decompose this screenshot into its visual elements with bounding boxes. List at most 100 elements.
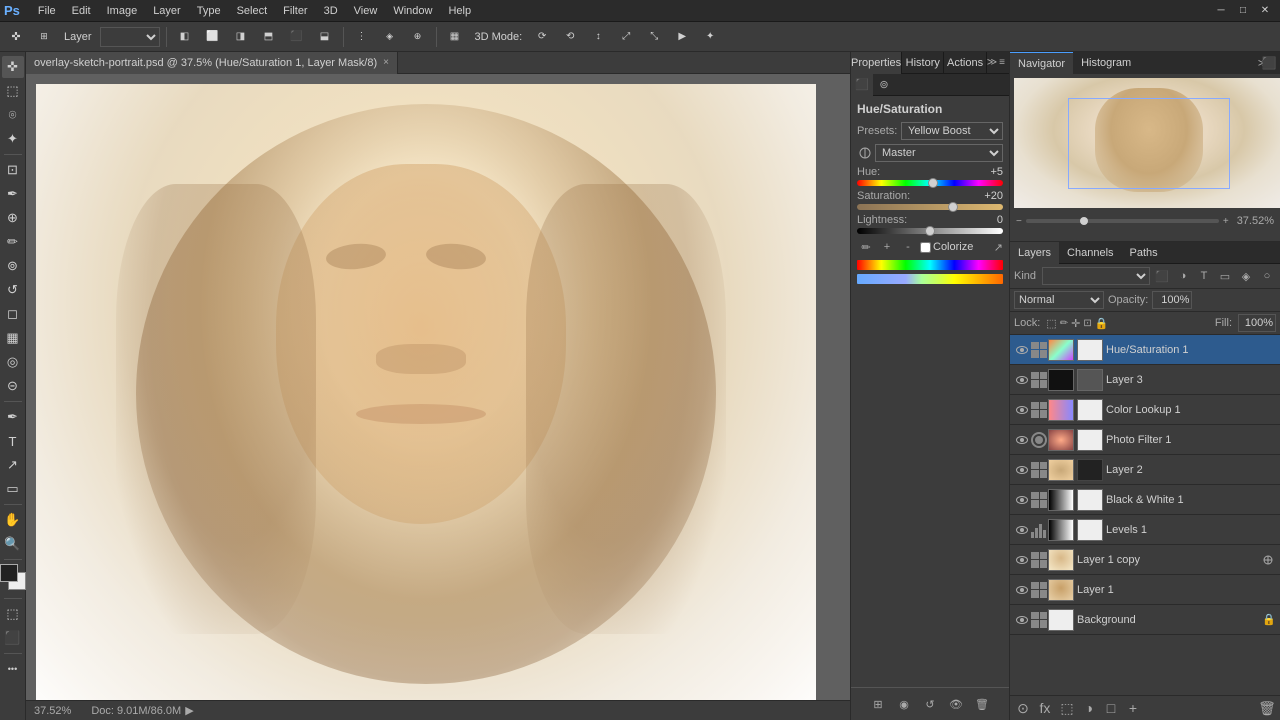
- tab-histogram[interactable]: Histogram: [1073, 52, 1139, 74]
- menu-edit[interactable]: Edit: [64, 0, 99, 22]
- tab-properties[interactable]: Properties: [851, 52, 902, 74]
- clone-tool[interactable]: ⊚: [2, 255, 24, 277]
- layer-styles-btn[interactable]: fx: [1036, 699, 1054, 717]
- zoom-tool[interactable]: 🔍: [2, 533, 24, 555]
- vis-layer2[interactable]: [1014, 462, 1030, 478]
- blur-tool[interactable]: ◎: [2, 351, 24, 373]
- align-middle[interactable]: ⬛: [285, 25, 309, 49]
- filter-toggle-btn[interactable]: ○: [1258, 267, 1276, 285]
- tab-actions[interactable]: Actions: [944, 52, 986, 74]
- eyedropper-tool[interactable]: ✒: [2, 183, 24, 205]
- lock-position-btn[interactable]: ✛: [1071, 317, 1080, 330]
- huesat-icon-btn[interactable]: ⬛: [851, 74, 873, 96]
- lock-pixels-btn[interactable]: ✏: [1060, 318, 1068, 329]
- distribute-btn[interactable]: ⋮: [350, 25, 374, 49]
- extra-tools-btn[interactable]: •••: [2, 658, 24, 680]
- video-btn[interactable]: ▶: [670, 25, 694, 49]
- on-image-tool[interactable]: ✏: [857, 238, 875, 256]
- hue-thumb[interactable]: [928, 178, 938, 188]
- layer-row-layer2[interactable]: Layer 2: [1010, 455, 1280, 485]
- auto-align-btn[interactable]: ◈: [378, 25, 402, 49]
- tab-channels[interactable]: Channels: [1059, 242, 1121, 264]
- vis-background[interactable]: [1014, 612, 1030, 628]
- sub-sample-tool[interactable]: -: [899, 238, 917, 256]
- zoom-out-btn[interactable]: −: [1016, 216, 1022, 227]
- move-tool[interactable]: ✜: [2, 56, 24, 78]
- add-mask-btn[interactable]: ⬚: [1058, 699, 1076, 717]
- delete-layer-btn[interactable]: 🗑: [1258, 699, 1276, 717]
- brush-tool[interactable]: ✏: [2, 231, 24, 253]
- mask-icon-btn[interactable]: ⊚: [873, 74, 895, 96]
- 3d-btn-2[interactable]: ⟲: [558, 25, 582, 49]
- layer-icon-huesat1[interactable]: [1031, 342, 1047, 358]
- vis-layer1[interactable]: [1014, 582, 1030, 598]
- kind-select[interactable]: [1042, 267, 1150, 285]
- menu-filter[interactable]: Filter: [275, 0, 315, 22]
- colorize-checkbox[interactable]: [920, 242, 931, 253]
- eraser-tool[interactable]: ◻: [2, 303, 24, 325]
- vis-layer1copy[interactable]: [1014, 552, 1030, 568]
- layer-row-huesat1[interactable]: Hue/Saturation 1: [1010, 335, 1280, 365]
- hand-tool[interactable]: ✋: [2, 509, 24, 531]
- layer-row-layer1copy[interactable]: Layer 1 copy: [1010, 545, 1280, 575]
- doc-arrow[interactable]: ▶: [185, 704, 193, 717]
- menu-window[interactable]: Window: [385, 0, 440, 22]
- move-tool-btn[interactable]: ✜: [4, 25, 28, 49]
- layer-row-photofilter1[interactable]: Photo Filter 1: [1010, 425, 1280, 455]
- type-tool[interactable]: T: [2, 430, 24, 452]
- quick-mask-btn[interactable]: ⬚: [2, 603, 24, 625]
- healing-tool[interactable]: ⊕: [2, 207, 24, 229]
- layer-row-levels1[interactable]: Levels 1: [1010, 515, 1280, 545]
- 3d-btn-1[interactable]: ⟳: [530, 25, 554, 49]
- vis-photofilter1[interactable]: [1014, 432, 1030, 448]
- vis-levels1[interactable]: [1014, 522, 1030, 538]
- menu-3d[interactable]: 3D: [316, 0, 346, 22]
- 3d-btn-3[interactable]: ↕: [586, 25, 610, 49]
- extra-btn[interactable]: ✦: [698, 25, 722, 49]
- panel-clip-btn[interactable]: ⊞: [868, 694, 888, 714]
- history-brush[interactable]: ↺: [2, 279, 24, 301]
- fill-input[interactable]: [1238, 314, 1276, 332]
- filter-pixel-btn[interactable]: ⬛: [1153, 267, 1171, 285]
- channel-select[interactable]: Master: [875, 144, 1003, 162]
- align-btn-1[interactable]: ⊞: [32, 25, 56, 49]
- menu-layer[interactable]: Layer: [145, 0, 189, 22]
- opacity-input[interactable]: [1152, 291, 1192, 309]
- new-layer-btn[interactable]: +: [1124, 699, 1142, 717]
- panel-reset-btn[interactable]: ↺: [920, 694, 940, 714]
- align-right[interactable]: ◨: [229, 25, 253, 49]
- lock-artboard-btn[interactable]: ⊡: [1083, 318, 1091, 329]
- 3d-btn-4[interactable]: ⤢: [614, 25, 638, 49]
- canvas-wrapper[interactable]: [26, 74, 850, 700]
- close-button[interactable]: ✕: [1254, 0, 1276, 22]
- menu-help[interactable]: Help: [440, 0, 479, 22]
- fg-color-swatch[interactable]: [0, 564, 18, 582]
- filter-smart-btn[interactable]: ◈: [1237, 267, 1255, 285]
- new-fill-btn[interactable]: ◑: [1080, 699, 1098, 717]
- lock-all-btn[interactable]: 🔒: [1095, 317, 1109, 330]
- close-tab-btn[interactable]: ×: [383, 57, 389, 68]
- menu-image[interactable]: Image: [99, 0, 146, 22]
- align-center-h[interactable]: ⬜: [201, 25, 225, 49]
- path-tool[interactable]: ↗: [2, 454, 24, 476]
- layer-row-background[interactable]: Background 🔒: [1010, 605, 1280, 635]
- pen-tool[interactable]: ✒: [2, 406, 24, 428]
- minimize-button[interactable]: ─: [1210, 0, 1232, 22]
- layer1copy-extra-btn[interactable]: [1260, 552, 1276, 568]
- align-bottom[interactable]: ⬓: [313, 25, 337, 49]
- maximize-button[interactable]: □: [1232, 0, 1254, 22]
- gradient-tool[interactable]: ▦: [2, 327, 24, 349]
- auto-blend-btn[interactable]: ⊕: [406, 25, 430, 49]
- panel-close-btn[interactable]: ≡: [999, 57, 1005, 68]
- marquee-tool[interactable]: ⬚: [2, 80, 24, 102]
- crop-tool[interactable]: ⊡: [2, 159, 24, 181]
- menu-type[interactable]: Type: [189, 0, 229, 22]
- layer-row-layer1[interactable]: Layer 1: [1010, 575, 1280, 605]
- layer-row-bw1[interactable]: Black & White 1: [1010, 485, 1280, 515]
- tab-navigator[interactable]: Navigator: [1010, 52, 1073, 75]
- zoom-in-btn[interactable]: +: [1223, 216, 1229, 227]
- presets-select[interactable]: Yellow Boost: [901, 122, 1003, 140]
- dodge-tool[interactable]: ⊝: [2, 375, 24, 397]
- menu-file[interactable]: File: [30, 0, 64, 22]
- filter-shape-btn[interactable]: ▭: [1216, 267, 1234, 285]
